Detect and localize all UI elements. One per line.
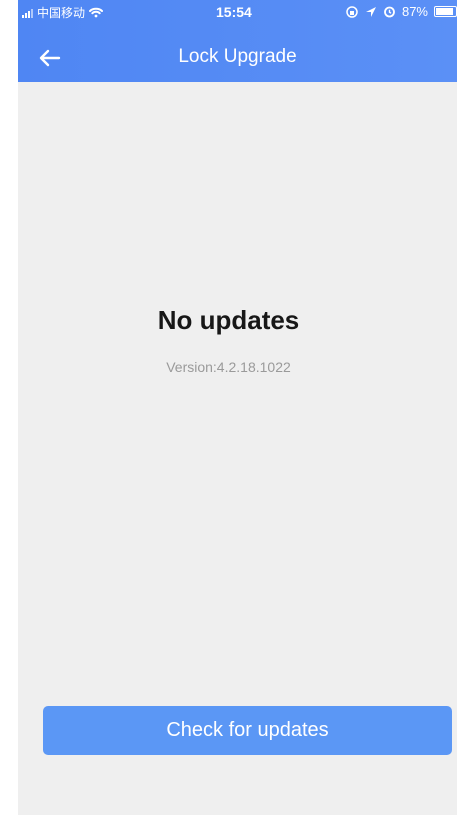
status-right: 87% [345,4,457,19]
app-header: 中国移动 15:54 87% Lock Upgrade [18,0,457,82]
signal-icon [22,8,33,18]
page-title: Lock Upgrade [178,46,297,67]
battery-percentage: 87% [401,4,428,19]
wifi-icon [89,7,104,18]
navigation-bar: Lock Upgrade [18,34,457,82]
status-time: 15:54 [216,4,252,20]
orientation-lock-icon [346,5,358,18]
version-label: Version:4.2.18.1022 [166,359,291,375]
carrier-name: 中国移动 [37,6,86,20]
status-bar: 中国移动 15:54 87% [18,0,457,24]
check-for-updates-button[interactable]: Check for updates [43,706,452,755]
phone-screen: 中国移动 15:54 87% Lock Upgrade No updates V… [18,0,457,815]
no-updates-message: No updates [157,305,300,335]
alarm-icon [384,6,395,18]
location-icon [365,6,376,17]
status-left: 中国移动 [22,4,104,21]
battery-icon [434,6,457,17]
